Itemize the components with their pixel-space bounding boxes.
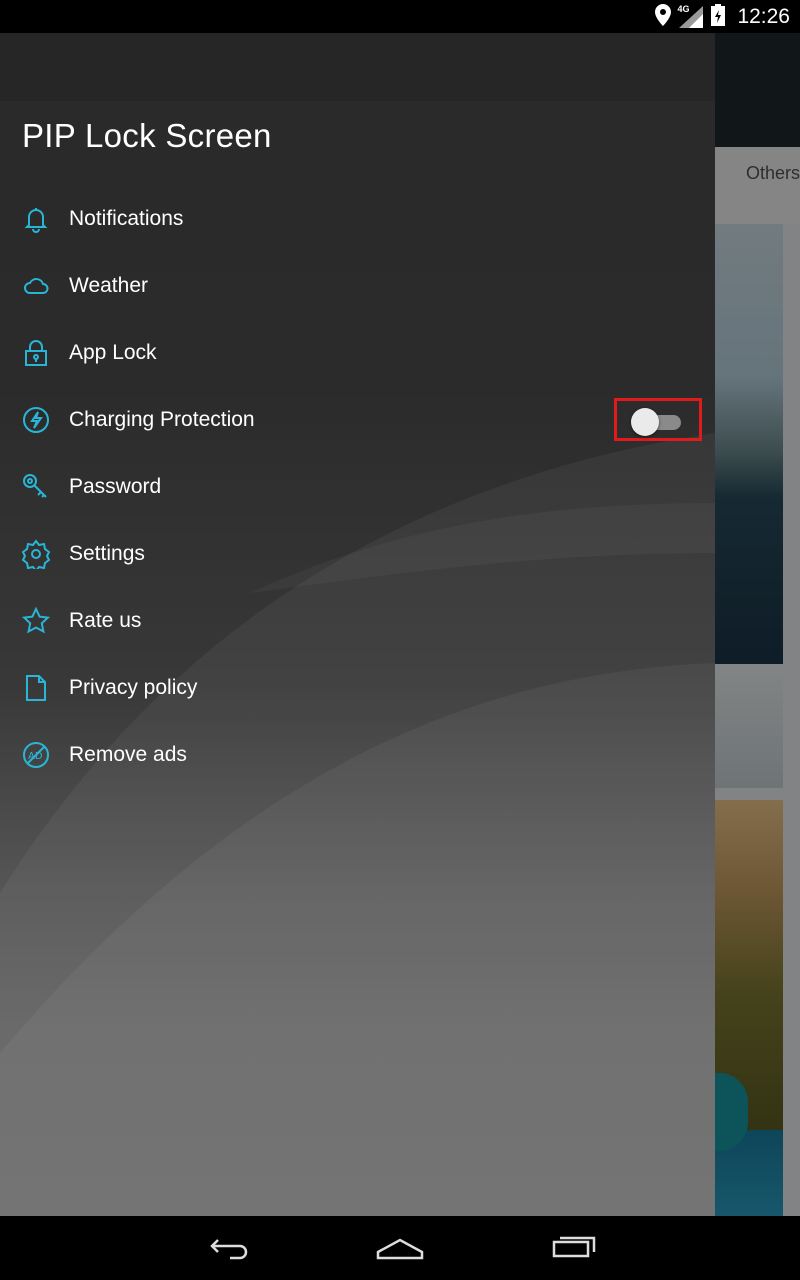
lightning-icon xyxy=(21,405,51,435)
document-icon xyxy=(21,673,51,703)
menu-item-label: Charging Protection xyxy=(69,407,255,431)
charging-protection-toggle[interactable] xyxy=(614,398,702,441)
home-button[interactable] xyxy=(370,1226,430,1270)
menu-item-label: Remove ads xyxy=(69,742,187,766)
menu-item-label: App Lock xyxy=(69,340,157,364)
battery-icon xyxy=(711,3,726,30)
network-type: 4G xyxy=(677,3,690,14)
location-icon xyxy=(655,3,672,30)
back-icon xyxy=(204,1230,256,1266)
system-nav-bar xyxy=(0,1216,800,1280)
menu-item-label: Settings xyxy=(69,541,145,565)
no-ads-icon: AD xyxy=(21,740,51,770)
drawer-header-strip xyxy=(0,33,715,101)
menu-item-notifications[interactable]: Notifications xyxy=(0,185,715,252)
bell-icon xyxy=(21,204,51,234)
star-icon xyxy=(21,606,51,636)
back-button[interactable] xyxy=(200,1226,260,1270)
drawer-menu: Notifications Weather App Lock Charging … xyxy=(0,185,715,788)
svg-text:AD: AD xyxy=(28,751,43,762)
key-icon xyxy=(21,472,51,502)
toggle-thumb xyxy=(631,408,659,436)
menu-item-label: Privacy policy xyxy=(69,675,198,699)
menu-item-charging-protection[interactable]: Charging Protection xyxy=(0,386,715,453)
status-icons: 4G 12:26 xyxy=(655,0,790,33)
navigation-drawer: PIP Lock Screen Notifications Weather Ap… xyxy=(0,33,715,1216)
menu-item-label: Notifications xyxy=(69,206,184,230)
gear-icon xyxy=(21,538,51,569)
menu-item-remove-ads[interactable]: AD Remove ads xyxy=(0,721,715,788)
menu-item-settings[interactable]: Settings xyxy=(0,520,715,587)
cloud-icon xyxy=(21,271,51,301)
clock: 12:26 xyxy=(737,4,790,28)
menu-item-rate-us[interactable]: Rate us xyxy=(0,587,715,654)
menu-item-privacy-policy[interactable]: Privacy policy xyxy=(0,654,715,721)
signal-icon: 4G xyxy=(677,3,704,28)
drawer-title: PIP Lock Screen xyxy=(22,117,272,154)
status-bar: 4G 12:26 xyxy=(0,0,800,33)
home-icon xyxy=(374,1230,426,1266)
menu-item-weather[interactable]: Weather xyxy=(0,252,715,319)
menu-item-label: Rate us xyxy=(69,608,142,632)
menu-item-password[interactable]: Password xyxy=(0,453,715,520)
recents-button[interactable] xyxy=(542,1226,602,1270)
recents-icon xyxy=(546,1230,598,1266)
lock-icon xyxy=(21,338,51,368)
menu-item-app-lock[interactable]: App Lock xyxy=(0,319,715,386)
menu-item-label: Weather xyxy=(69,273,148,297)
drawer-scrim[interactable] xyxy=(715,33,800,1216)
menu-item-label: Password xyxy=(69,474,162,498)
